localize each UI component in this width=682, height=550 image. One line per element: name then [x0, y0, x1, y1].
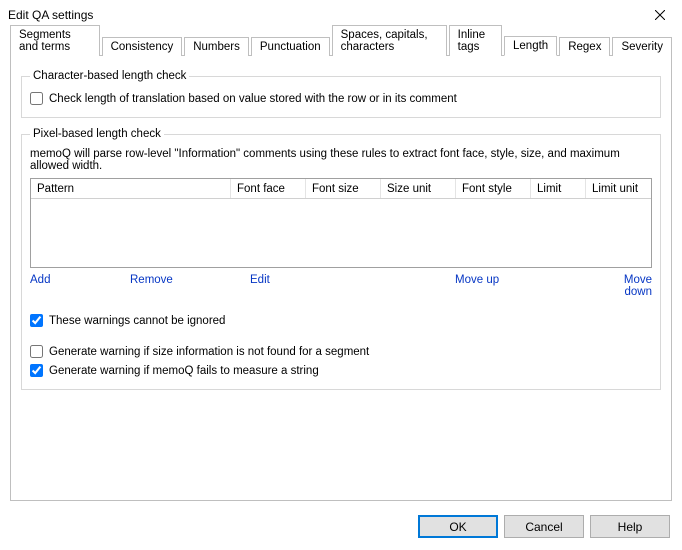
window-title: Edit QA settings — [8, 8, 93, 22]
tab-severity[interactable]: Severity — [612, 37, 672, 56]
col-sizeunit[interactable]: Size unit — [381, 179, 456, 198]
pixel-length-description: memoQ will parse row-level "Information"… — [30, 148, 652, 172]
checkbox-fail-measure[interactable] — [30, 364, 43, 377]
action-edit[interactable]: Edit — [250, 274, 455, 298]
action-add[interactable]: Add — [30, 274, 130, 298]
label-fail-measure: Generate warning if memoQ fails to measu… — [49, 365, 319, 377]
col-fontstyle[interactable]: Font style — [456, 179, 531, 198]
close-button[interactable] — [637, 0, 682, 30]
help-button[interactable]: Help — [590, 515, 670, 538]
tab-punctuation[interactable]: Punctuation — [251, 37, 330, 56]
label-check-length-stored: Check length of translation based on val… — [49, 93, 457, 105]
rules-grid-header: Pattern Font face Font size Size unit Fo… — [31, 179, 651, 199]
close-icon — [655, 10, 665, 20]
tab-strip: Segments and terms Consistency Numbers P… — [10, 34, 672, 56]
group-character-length-legend: Character-based length check — [30, 70, 189, 82]
col-limit[interactable]: Limit — [531, 179, 586, 198]
group-pixel-length-legend: Pixel-based length check — [30, 128, 164, 140]
tab-page-length: Character-based length check Check lengt… — [10, 56, 672, 501]
action-move-down[interactable]: Move down — [595, 274, 652, 298]
row-check-length-stored[interactable]: Check length of translation based on val… — [30, 92, 652, 105]
col-pattern[interactable]: Pattern — [31, 179, 231, 198]
ok-button[interactable]: OK — [418, 515, 498, 538]
tab-spaces-capitals-characters[interactable]: Spaces, capitals, characters — [332, 25, 447, 56]
tab-segments-and-terms[interactable]: Segments and terms — [10, 25, 100, 56]
checkbox-size-not-found[interactable] — [30, 345, 43, 358]
tab-regex[interactable]: Regex — [559, 37, 610, 56]
rules-actions: Add Remove Edit Move up Move down — [30, 274, 652, 298]
cancel-button[interactable]: Cancel — [504, 515, 584, 538]
row-size-not-found[interactable]: Generate warning if size information is … — [30, 345, 652, 358]
group-character-length: Character-based length check Check lengt… — [21, 70, 661, 118]
checkbox-cannot-ignore[interactable] — [30, 314, 43, 327]
tab-length[interactable]: Length — [504, 36, 557, 56]
label-cannot-ignore: These warnings cannot be ignored — [49, 315, 225, 327]
col-fontface[interactable]: Font face — [231, 179, 306, 198]
label-size-not-found: Generate warning if size information is … — [49, 346, 369, 358]
row-fail-measure[interactable]: Generate warning if memoQ fails to measu… — [30, 364, 652, 377]
rules-grid[interactable]: Pattern Font face Font size Size unit Fo… — [30, 178, 652, 268]
dialog-buttons: OK Cancel Help — [418, 515, 670, 538]
tab-consistency[interactable]: Consistency — [102, 37, 183, 56]
tab-numbers[interactable]: Numbers — [184, 37, 249, 56]
col-limitunit[interactable]: Limit unit — [586, 179, 651, 198]
row-cannot-ignore[interactable]: These warnings cannot be ignored — [30, 314, 652, 327]
tab-inline-tags[interactable]: Inline tags — [449, 25, 502, 56]
group-pixel-length: Pixel-based length check memoQ will pars… — [21, 128, 661, 390]
checkbox-check-length-stored[interactable] — [30, 92, 43, 105]
action-move-up[interactable]: Move up — [455, 274, 595, 298]
action-remove[interactable]: Remove — [130, 274, 250, 298]
col-fontsize[interactable]: Font size — [306, 179, 381, 198]
